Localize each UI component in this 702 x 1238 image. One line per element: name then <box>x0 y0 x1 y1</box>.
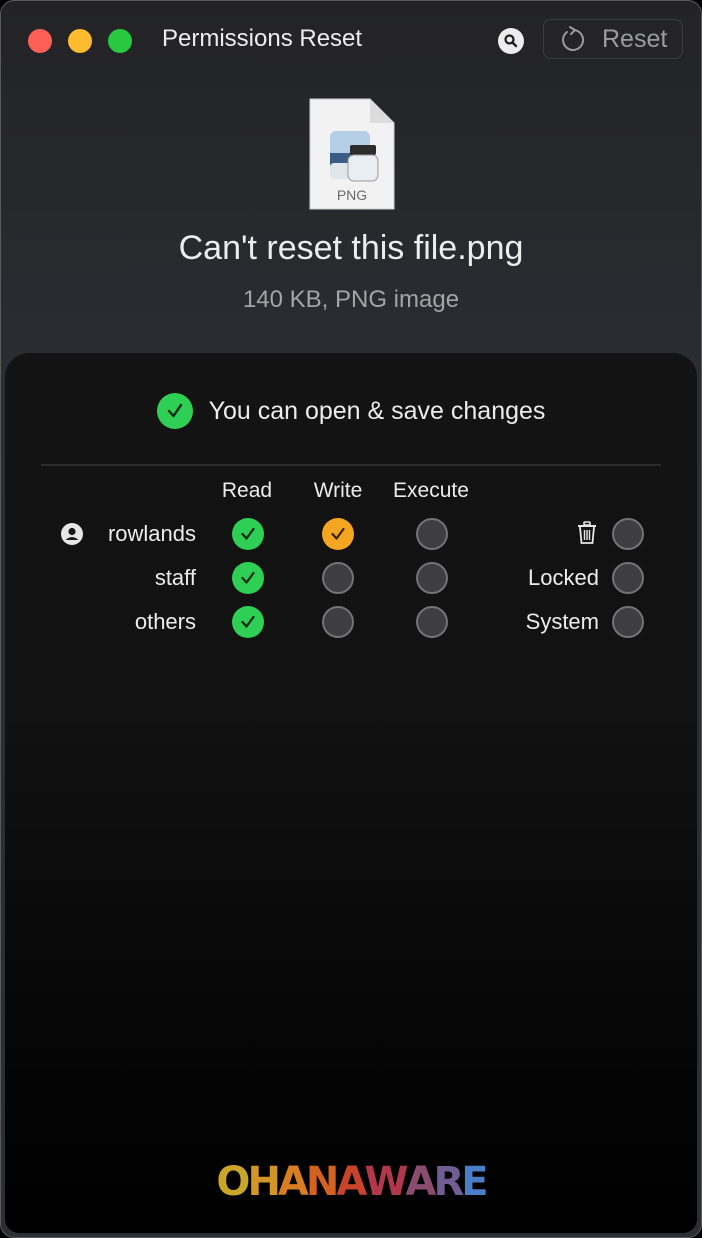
permissions-panel: You can open & save changes Read Write E… <box>5 353 697 1233</box>
others-write-toggle[interactable] <box>322 606 354 638</box>
checkmark-icon <box>331 527 345 540</box>
logo-letter: H <box>247 1159 281 1205</box>
logo-letter: W <box>364 1159 408 1205</box>
minimize-button[interactable] <box>68 29 92 53</box>
others-execute-toggle[interactable] <box>416 606 448 638</box>
title-bar: Permissions Reset Reset <box>1 1 701 79</box>
checkmark-icon <box>241 527 255 540</box>
row-label-group: staff <box>154 565 196 590</box>
user-icon <box>61 523 83 545</box>
png-file-icon: PNG <box>308 97 396 211</box>
checkmark-icon <box>241 571 255 584</box>
row-label-others: others <box>134 609 196 634</box>
check-circle-icon <box>156 393 193 429</box>
status-text: You can open & save changes <box>208 396 546 425</box>
others-read-toggle[interactable] <box>232 606 264 638</box>
owner-read-toggle[interactable] <box>232 518 264 550</box>
file-meta: 140 KB, PNG image <box>242 286 460 313</box>
logo-letter: A <box>336 1159 367 1205</box>
divider <box>41 464 661 466</box>
system-toggle[interactable] <box>612 606 644 638</box>
column-read: Read <box>221 479 273 502</box>
file-name: Can't reset this file.png <box>178 229 524 267</box>
ohanaware-logo[interactable]: OHANAWARE <box>5 1159 697 1205</box>
column-write: Write <box>313 479 363 502</box>
logo-letter: E <box>461 1159 488 1205</box>
window-title: Permissions Reset <box>162 25 363 52</box>
close-button[interactable] <box>28 29 52 53</box>
locked-toggle[interactable] <box>612 562 644 594</box>
logo-letter: N <box>305 1159 340 1205</box>
refresh-icon <box>562 26 585 51</box>
status-message: You can open & save changes <box>5 393 697 429</box>
owner-execute-toggle[interactable] <box>416 518 448 550</box>
trash-toggle[interactable] <box>612 518 644 550</box>
logo-letter: R <box>433 1159 464 1205</box>
group-write-toggle[interactable] <box>322 562 354 594</box>
logo-letter: A <box>277 1159 309 1205</box>
flag-label-system: System <box>525 609 599 634</box>
reset-button[interactable]: Reset <box>543 19 683 59</box>
logo-letter: O <box>216 1159 250 1205</box>
group-execute-toggle[interactable] <box>416 562 448 594</box>
app-window: Permissions Reset Reset PNG Can't reset … <box>0 0 702 1238</box>
trash-icon <box>577 521 597 550</box>
search-button[interactable] <box>498 28 524 54</box>
row-label-owner: rowlands <box>107 521 196 546</box>
zoom-button[interactable] <box>108 29 132 53</box>
file-type-label: PNG <box>337 187 367 203</box>
group-read-toggle[interactable] <box>232 562 264 594</box>
logo-letter: A <box>405 1159 436 1205</box>
reset-button-label: Reset <box>602 24 668 53</box>
checkmark-icon <box>241 615 255 628</box>
flag-label-locked: Locked <box>528 565 599 590</box>
owner-write-toggle[interactable] <box>322 518 354 550</box>
column-execute: Execute <box>393 479 469 502</box>
magnifier-icon <box>504 34 518 48</box>
